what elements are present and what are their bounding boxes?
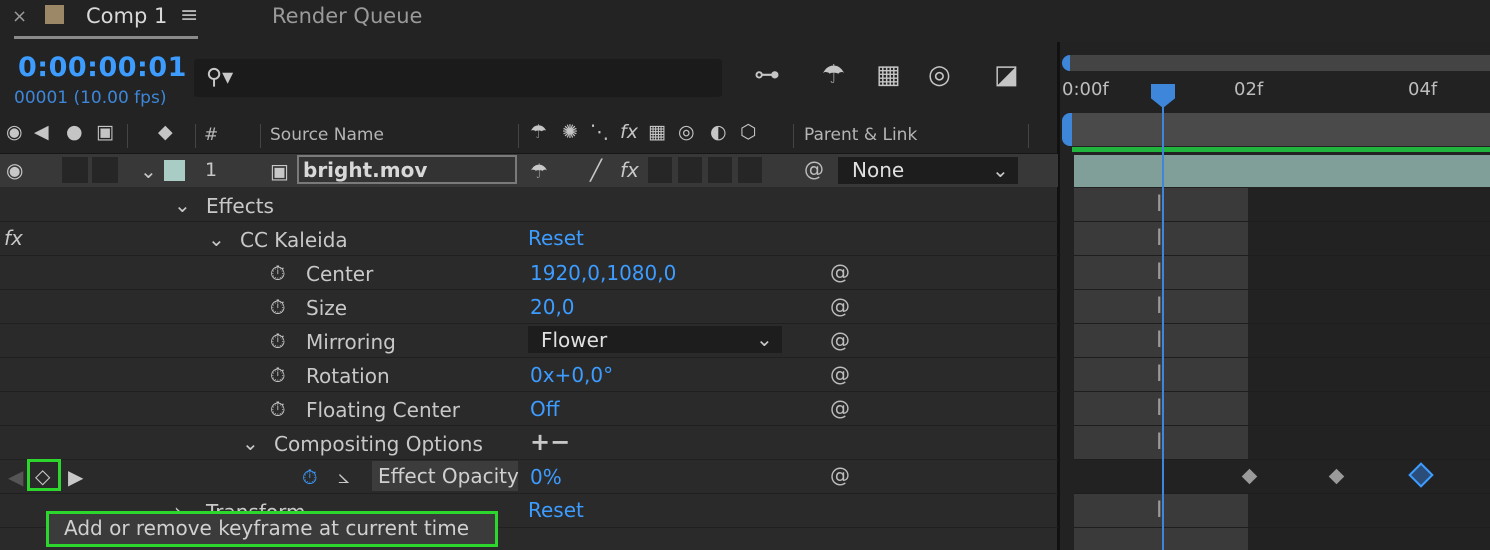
- center-value[interactable]: 1920,0,1080,0: [530, 261, 676, 285]
- pick-whip-icon[interactable]: @: [830, 396, 850, 420]
- parent-pick-whip-icon[interactable]: @: [804, 157, 824, 181]
- search-icon: ⚲▾: [206, 65, 234, 90]
- layer-label-color[interactable]: [164, 160, 185, 181]
- shy-switch-icon[interactable]: ☂: [530, 121, 547, 143]
- ruler-label-0: 0:00f: [1062, 79, 1109, 100]
- compositing-expand-chevron-icon[interactable]: ⌄: [242, 431, 259, 455]
- tooltip-text: Add or remove keyframe at current time: [64, 516, 470, 540]
- cc-kaleida-label: CC Kaleida: [240, 228, 348, 252]
- layer-3d-box[interactable]: [738, 157, 762, 183]
- video-eye-icon[interactable]: ◉: [6, 121, 23, 143]
- ruler-label-4: 04f: [1408, 79, 1438, 100]
- layer-quality-icon[interactable]: ╱: [590, 158, 602, 182]
- effects-expand-chevron-icon[interactable]: ⌄: [174, 193, 191, 217]
- current-timecode[interactable]: 0:00:00:01: [18, 52, 187, 83]
- pick-whip-icon[interactable]: @: [830, 260, 850, 284]
- floating-center-label: Floating Center: [306, 398, 460, 422]
- rotation-label: Rotation: [306, 364, 390, 388]
- render-cache-bar: [1072, 147, 1490, 152]
- add-remove-mask-buttons[interactable]: +−: [530, 428, 570, 456]
- mirroring-label: Mirroring: [306, 330, 396, 354]
- tab-menu-icon[interactable]: ≡: [180, 3, 198, 28]
- current-time-indicator-line[interactable]: [1162, 84, 1164, 550]
- column-parent-link[interactable]: Parent & Link: [804, 125, 917, 145]
- pick-whip-icon[interactable]: @: [830, 328, 850, 352]
- prev-keyframe-icon[interactable]: ◀: [8, 465, 23, 489]
- layer-expand-chevron-icon[interactable]: ⌄: [140, 159, 157, 183]
- time-navigator[interactable]: [1070, 55, 1490, 71]
- column-source-name[interactable]: Source Name: [270, 125, 384, 145]
- layer-fx-switch-icon[interactable]: fx: [620, 158, 639, 182]
- adjustment-switch-icon[interactable]: ◐: [710, 121, 727, 143]
- close-tab-icon[interactable]: ×: [12, 6, 27, 27]
- pick-whip-icon[interactable]: @: [830, 463, 850, 487]
- layer-number: 1: [205, 159, 218, 181]
- graph-icon[interactable]: ⦣: [338, 464, 350, 488]
- panel-divider[interactable]: [1057, 42, 1060, 550]
- layer-motion-blur-box[interactable]: [678, 157, 702, 183]
- parent-value: None: [852, 158, 905, 182]
- motion-blur-switch-icon[interactable]: ◎: [678, 121, 695, 143]
- layer-name[interactable]: bright.mov: [303, 158, 427, 182]
- frame-count: 00001 (10.00 fps): [14, 88, 167, 108]
- size-label: Size: [306, 296, 348, 320]
- stopwatch-icon[interactable]: ⏱: [270, 295, 286, 319]
- search-input[interactable]: ⚲▾: [194, 59, 722, 97]
- rotation-value[interactable]: 0x+0,0°: [530, 363, 613, 387]
- frame-blending-icon[interactable]: ▦: [876, 60, 901, 90]
- stopwatch-icon[interactable]: ⏱: [270, 261, 286, 285]
- next-keyframe-icon[interactable]: ▶: [68, 465, 83, 489]
- stopwatch-active-icon[interactable]: ⏱: [302, 465, 318, 489]
- add-keyframe-diamond-icon[interactable]: ◇: [35, 464, 50, 488]
- effect-opacity-label: Effect Opacity: [378, 464, 519, 488]
- quality-switch-icon[interactable]: ⋱: [590, 121, 609, 143]
- 3d-switch-icon[interactable]: ⬡: [740, 121, 757, 143]
- transform-reset-link[interactable]: Reset: [528, 498, 584, 522]
- label-tag-icon[interactable]: ◆: [158, 121, 173, 143]
- mirroring-chevron-icon[interactable]: ⌄: [756, 327, 773, 351]
- stopwatch-icon[interactable]: ⏱: [270, 363, 286, 387]
- effect-opacity-value[interactable]: 0%: [530, 465, 562, 489]
- effect-switch-icon[interactable]: fx: [620, 121, 638, 143]
- column-number[interactable]: #: [204, 125, 218, 145]
- solo-icon[interactable]: ●: [66, 121, 83, 143]
- footage-file-icon: ▣: [270, 159, 289, 183]
- pick-whip-icon[interactable]: @: [830, 294, 850, 318]
- tab-comp-1[interactable]: Comp 1: [86, 4, 167, 28]
- stopwatch-icon[interactable]: ⏱: [270, 397, 286, 421]
- parent-dropdown-chevron-icon[interactable]: ⌄: [992, 158, 1009, 182]
- work-area-bar[interactable]: [1072, 113, 1490, 146]
- layer-shy-icon[interactable]: ☂: [530, 159, 548, 183]
- kaleida-reset-link[interactable]: Reset: [528, 226, 584, 250]
- shy-layers-icon[interactable]: ☂: [822, 60, 845, 90]
- layer-adjustment-box[interactable]: [708, 157, 732, 183]
- active-tab-indicator: [14, 36, 198, 39]
- mirroring-value: Flower: [541, 328, 608, 352]
- layer-lock-box[interactable]: [92, 157, 118, 183]
- comp-swatch: [45, 5, 64, 24]
- compositing-options-label: Compositing Options: [274, 432, 483, 456]
- lock-icon[interactable]: ▣: [96, 121, 114, 143]
- stopwatch-icon[interactable]: ⏱: [270, 329, 286, 353]
- floating-center-value[interactable]: Off: [530, 397, 560, 421]
- graph-editor-icon[interactable]: ◪: [994, 60, 1019, 90]
- comp-mini-flowchart-icon[interactable]: ⊶: [754, 60, 780, 90]
- layer-frame-blend-box[interactable]: [648, 157, 672, 183]
- layer-solo-box[interactable]: [62, 157, 88, 183]
- layer-duration-bar[interactable]: [1074, 155, 1490, 187]
- motion-blur-icon[interactable]: ◎: [928, 60, 951, 90]
- center-label: Center: [306, 262, 374, 286]
- effects-group-label: Effects: [206, 194, 274, 218]
- kaleida-expand-chevron-icon[interactable]: ⌄: [208, 227, 225, 251]
- tab-bar: [0, 0, 1490, 42]
- fx-icon[interactable]: fx: [4, 226, 23, 250]
- audio-icon[interactable]: ◀: [34, 121, 49, 143]
- collapse-switch-icon[interactable]: ✺: [562, 121, 578, 143]
- frame-blend-switch-icon[interactable]: ▦: [648, 121, 666, 143]
- ruler-label-2: 02f: [1234, 79, 1264, 100]
- size-value[interactable]: 20,0: [530, 295, 575, 319]
- layer-visibility-icon[interactable]: ◉: [6, 158, 23, 182]
- tab-render-queue[interactable]: Render Queue: [272, 4, 422, 28]
- pick-whip-icon[interactable]: @: [830, 362, 850, 386]
